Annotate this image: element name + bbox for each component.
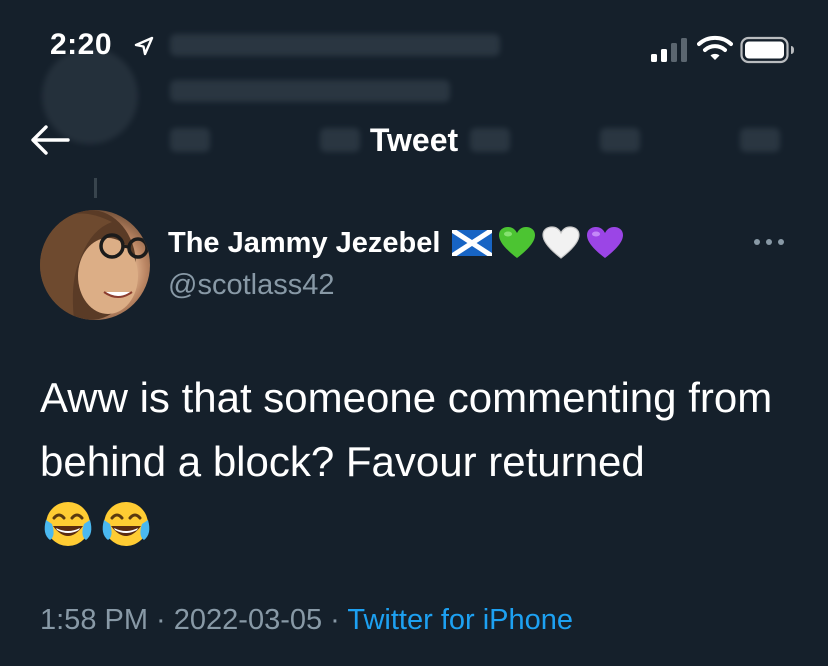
tweet-screen: 2:20 Tweet The Jammy Jezebel @scotlass42… xyxy=(0,0,828,666)
tweet-date: 2022-03-05 xyxy=(173,604,323,636)
cellular-signal-icon xyxy=(651,38,687,62)
tweet-time: 1:58 PM xyxy=(40,604,148,636)
page-title: Tweet xyxy=(369,122,459,158)
face-with-tears-of-joy-icon xyxy=(44,502,92,546)
author-handle[interactable]: @scotlass42 xyxy=(168,269,334,302)
tweet-emoji-row xyxy=(42,500,152,550)
status-bar: 2:20 xyxy=(0,0,828,100)
scotland-flag-icon xyxy=(452,230,493,256)
thread-connector-line xyxy=(94,178,97,198)
purple-heart-icon xyxy=(587,227,624,258)
white-heart-icon xyxy=(542,226,581,259)
tweet-meta: 1:58 PM · 2022-03-05 · Twitter for iPhon… xyxy=(40,604,573,637)
status-time: 2:20 xyxy=(50,28,113,61)
tweet-text: Aww is that someone commenting from behi… xyxy=(40,374,773,485)
battery-icon xyxy=(740,36,794,64)
meta-separator: · xyxy=(322,604,348,636)
more-options-icon[interactable] xyxy=(752,234,786,250)
wifi-icon xyxy=(697,35,733,60)
face-with-tears-of-joy-icon xyxy=(102,502,150,546)
avatar[interactable] xyxy=(40,210,150,320)
green-heart-icon xyxy=(499,227,536,258)
meta-separator: · xyxy=(148,604,174,636)
tweet-source-link[interactable]: Twitter for iPhone xyxy=(347,604,573,636)
location-arrow-icon xyxy=(134,36,154,56)
author-name-text: The Jammy Jezebel xyxy=(168,226,441,259)
author-name[interactable]: The Jammy Jezebel xyxy=(168,226,624,260)
avatar-portrait-icon xyxy=(40,210,149,320)
